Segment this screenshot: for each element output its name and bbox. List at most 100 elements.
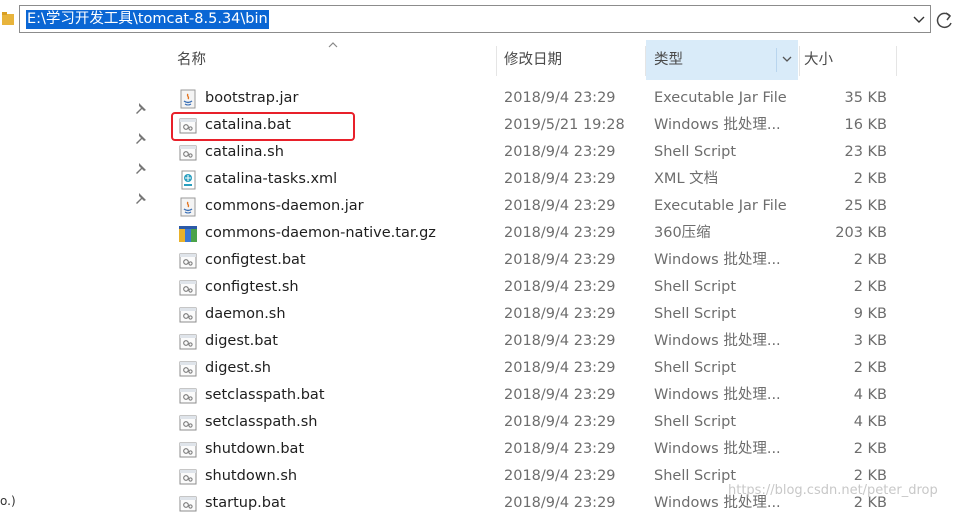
file-row[interactable]: setclasspath.sh 2018/9/4 23:29 Shell Scrip… (155, 409, 962, 436)
file-date: 2018/9/4 23:29 (504, 144, 616, 160)
file-row[interactable]: configtest.sh 2018/9/4 23:29 Shell Script 2… (155, 274, 962, 301)
folder-icon (2, 12, 14, 25)
file-size: 203 KB (835, 225, 887, 241)
file-name[interactable]: digest.sh (205, 355, 271, 382)
column-divider[interactable] (799, 46, 800, 76)
file-size: 4 KB (853, 387, 887, 403)
file-name[interactable]: setclasspath.sh (205, 409, 317, 436)
file-type: Windows 批处理... (654, 117, 781, 133)
column-divider[interactable] (896, 46, 897, 76)
batch-file-icon (179, 442, 197, 458)
file-date: 2018/9/4 23:29 (504, 414, 616, 430)
shell-script-icon (179, 307, 197, 323)
column-name[interactable]: 名称 (177, 40, 495, 80)
file-size: 35 KB (844, 90, 887, 106)
file-size: 25 KB (844, 198, 887, 214)
file-type: Shell Script (654, 279, 737, 295)
file-date: 2018/9/4 23:29 (504, 225, 616, 241)
file-row[interactable]: commons-daemon.jar 2018/9/4 23:29 Executab… (155, 193, 962, 220)
file-date: 2018/9/4 23:29 (504, 387, 616, 403)
file-type: Windows 批处理... (654, 441, 781, 457)
file-size: 2 KB (853, 360, 887, 376)
file-row[interactable]: digest.sh 2018/9/4 23:29 Shell Script 2 KB (155, 355, 962, 382)
highlight-box (171, 112, 355, 141)
file-size: 2 KB (853, 252, 887, 268)
file-name[interactable]: bootstrap.jar (205, 85, 298, 112)
file-date: 2018/9/4 23:29 (504, 441, 616, 457)
column-size[interactable]: 大小 (804, 40, 894, 80)
file-row[interactable]: bootstrap.jar 2018/9/4 23:29 Executable Ja… (155, 85, 962, 112)
address-path[interactable]: E:\学习开发工具\tomcat-8.5.34\bin (26, 10, 269, 29)
file-row[interactable]: daemon.sh 2018/9/4 23:29 Shell Script 9 KB (155, 301, 962, 328)
file-date: 2018/9/4 23:29 (504, 252, 616, 268)
column-date[interactable]: 修改日期 (504, 40, 644, 80)
file-name[interactable]: daemon.sh (205, 301, 286, 328)
file-name[interactable]: commons-daemon.jar (205, 193, 364, 220)
watermark: https://blog.csdn.net/peter_drop (728, 483, 938, 498)
column-header: 名称 修改日期 类型 大小 (155, 40, 962, 80)
file-date: 2018/9/4 23:29 (504, 360, 616, 376)
file-type: Windows 批处理... (654, 333, 781, 349)
file-type: Shell Script (654, 414, 737, 430)
file-name[interactable]: catalina-tasks.xml (205, 166, 337, 193)
shell-script-icon (179, 280, 197, 296)
shell-script-icon (179, 415, 197, 431)
file-size: 23 KB (844, 144, 887, 160)
file-list: bootstrap.jar 2018/9/4 23:29 Executable Ja… (155, 85, 962, 517)
pin-icon[interactable] (134, 132, 148, 146)
file-date: 2018/9/4 23:29 (504, 495, 616, 511)
column-type-label: 类型 (654, 52, 683, 68)
file-name[interactable]: digest.bat (205, 328, 278, 355)
file-name[interactable]: configtest.bat (205, 247, 306, 274)
chevron-down-icon[interactable] (908, 6, 930, 32)
file-row[interactable]: catalina-tasks.xml 2018/9/4 23:29 XML 文档 2 … (155, 166, 962, 193)
pin-icon[interactable] (134, 162, 148, 176)
navigation-pane (0, 40, 155, 509)
file-type: Shell Script (654, 144, 737, 160)
file-row[interactable]: digest.bat 2018/9/4 23:29 Windows 批处理... 3 … (155, 328, 962, 355)
file-size: 2 KB (853, 441, 887, 457)
file-type: 360压缩 (654, 225, 711, 241)
address-bar-container: E:\学习开发工具\tomcat-8.5.34\bin (0, 0, 962, 40)
file-name[interactable]: shutdown.sh (205, 463, 297, 490)
pin-icon[interactable] (134, 192, 148, 206)
file-size: 16 KB (844, 117, 887, 133)
pin-icon[interactable] (134, 102, 148, 116)
java-jar-icon (180, 197, 196, 217)
file-name[interactable]: shutdown.bat (205, 436, 304, 463)
file-name[interactable]: setclasspath.bat (205, 382, 325, 409)
chevron-down-icon[interactable] (780, 52, 794, 66)
column-type[interactable]: 类型 (646, 40, 798, 80)
file-name[interactable]: startup.bat (205, 490, 286, 517)
file-name[interactable]: configtest.sh (205, 274, 299, 301)
file-name[interactable]: catalina.sh (205, 139, 284, 166)
column-divider (776, 48, 777, 72)
file-date: 2018/9/4 23:29 (504, 171, 616, 187)
batch-file-icon (179, 253, 197, 269)
column-divider[interactable] (496, 46, 497, 76)
batch-file-icon (179, 388, 197, 404)
file-size: 3 KB (853, 333, 887, 349)
java-jar-icon (180, 89, 196, 109)
nav-item-truncated[interactable]: o.) (0, 494, 16, 508)
file-date: 2019/5/21 19:28 (504, 117, 625, 133)
file-date: 2018/9/4 23:29 (504, 306, 616, 322)
shell-script-icon (179, 145, 197, 161)
file-row[interactable]: shutdown.bat 2018/9/4 23:29 Windows 批处理...… (155, 436, 962, 463)
file-size: 2 KB (853, 279, 887, 295)
file-type: XML 文档 (654, 171, 719, 187)
file-name[interactable]: commons-daemon-native.tar.gz (205, 220, 436, 247)
file-size: 9 KB (853, 306, 887, 322)
file-type: Shell Script (654, 306, 737, 322)
file-type: Shell Script (654, 468, 737, 484)
file-row[interactable]: setclasspath.bat 2018/9/4 23:29 Windows 批处… (155, 382, 962, 409)
refresh-icon[interactable] (933, 7, 957, 33)
batch-file-icon (179, 334, 197, 350)
file-date: 2018/9/4 23:29 (504, 333, 616, 349)
file-date: 2018/9/4 23:29 (504, 90, 616, 106)
file-row[interactable]: commons-daemon-native.tar.gz 2018/9/4 23:… (155, 220, 962, 247)
file-size: 4 KB (853, 414, 887, 430)
address-bar[interactable]: E:\学习开发工具\tomcat-8.5.34\bin (19, 5, 931, 33)
file-row[interactable]: catalina.sh 2018/9/4 23:29 Shell Script 23 … (155, 139, 962, 166)
file-row[interactable]: configtest.bat 2018/9/4 23:29 Windows 批处理.… (155, 247, 962, 274)
